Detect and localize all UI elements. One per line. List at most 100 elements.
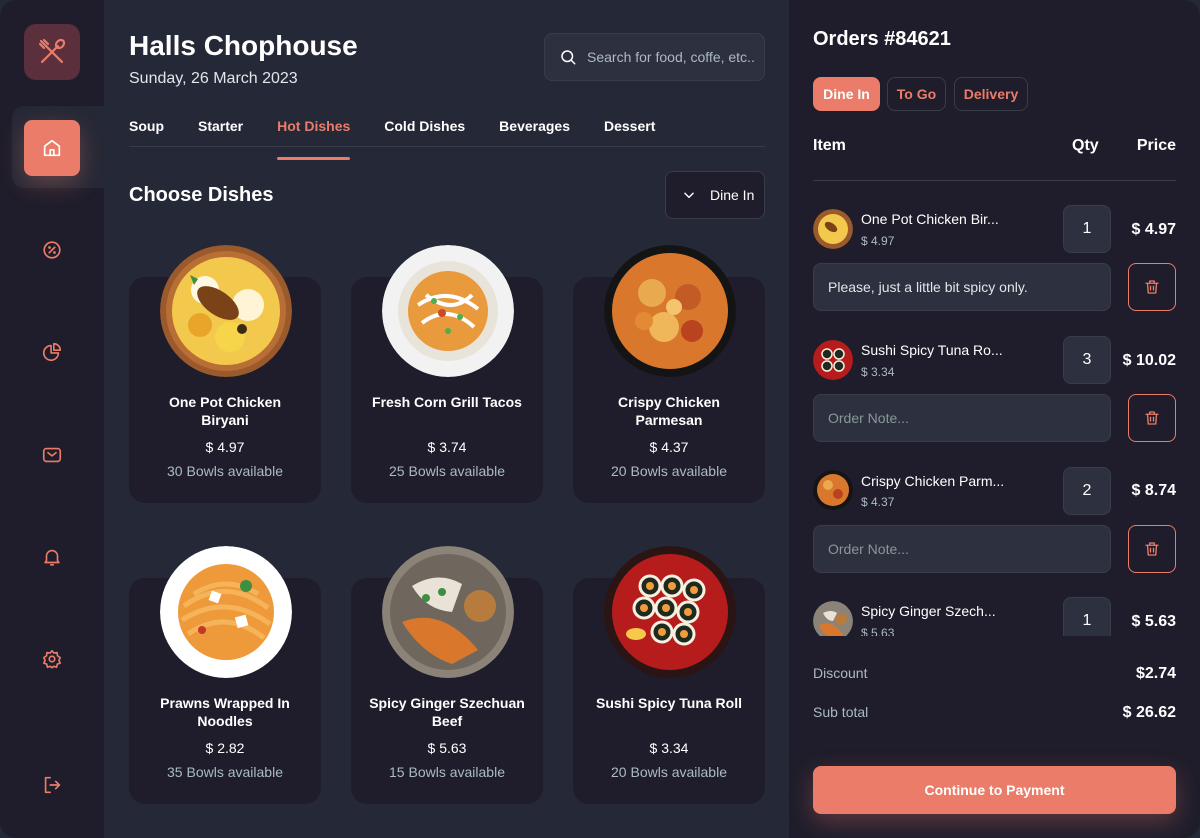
search-icon xyxy=(561,50,576,65)
order-item-thumbnail xyxy=(813,470,853,510)
continue-to-payment-button[interactable]: Continue to Payment xyxy=(813,766,1176,814)
dish-name: Sushi Spicy Tuna Roll xyxy=(596,695,742,711)
dish-price: $ 3.34 xyxy=(649,740,689,756)
order-note-input[interactable] xyxy=(828,279,1098,295)
category-tabs: Soup Starter Hot Dishes Cold Dishes Beve… xyxy=(129,116,765,160)
discount-icon xyxy=(43,241,61,259)
dish-price: $ 3.74 xyxy=(427,439,467,455)
order-item-total: $ 5.63 xyxy=(1131,613,1176,630)
order-note-input[interactable] xyxy=(828,541,1098,557)
dish-price: $ 4.97 xyxy=(205,439,245,455)
service-type-select[interactable]: Dine In xyxy=(665,171,765,219)
dish-card[interactable]: One Pot Chicken Biryani $ 4.97 30 Bowls … xyxy=(129,245,321,503)
nav-notifications[interactable] xyxy=(24,529,80,585)
orders-title: Orders #84621 xyxy=(813,28,951,50)
current-date: Sunday, 26 March 2023 xyxy=(129,70,298,87)
dish-availability: 20 Bowls available xyxy=(611,463,727,479)
dashboard-icon xyxy=(42,342,62,362)
tab-beverages[interactable]: Beverages xyxy=(499,116,570,146)
dish-price: $ 5.63 xyxy=(427,740,467,756)
order-note-field[interactable] xyxy=(813,394,1111,442)
chevron-down-icon xyxy=(684,192,694,199)
tab-hot-dishes[interactable]: Hot Dishes xyxy=(277,116,351,160)
order-note-field[interactable] xyxy=(813,525,1111,573)
order-note-input[interactable] xyxy=(828,410,1098,426)
order-item-thumbnail xyxy=(813,209,853,249)
dish-card[interactable]: Spicy Ginger Szechuan Beef $ 5.63 15 Bow… xyxy=(351,546,543,804)
nav-logout[interactable] xyxy=(24,757,80,813)
subtotal-label: Sub total xyxy=(813,704,869,720)
order-item-name: One Pot Chicken Bir... xyxy=(861,211,999,227)
column-header-price: Price xyxy=(1136,137,1176,154)
dish-availability: 15 Bowls available xyxy=(389,764,505,780)
main-content: Halls Chophouse Sunday, 26 March 2023 So… xyxy=(104,0,789,838)
nav-messages[interactable] xyxy=(24,427,80,483)
nav-home[interactable] xyxy=(24,120,80,176)
settings-icon xyxy=(42,649,62,669)
dish-image-sushi xyxy=(604,546,736,678)
nav-dashboard[interactable] xyxy=(24,324,80,380)
dish-image-tacos xyxy=(382,245,514,377)
order-item-qty[interactable]: 3 xyxy=(1063,336,1111,384)
order-item-thumbnail xyxy=(813,340,853,380)
nav-discount[interactable] xyxy=(24,222,80,278)
fork-spoon-icon xyxy=(38,38,66,64)
service-dine-in-button[interactable]: Dine In xyxy=(813,77,880,111)
delete-item-button[interactable] xyxy=(1128,525,1176,573)
trash-icon xyxy=(1145,411,1159,425)
search-input[interactable] xyxy=(587,49,757,65)
section-title: Choose Dishes xyxy=(129,184,274,206)
dish-price: $ 2.82 xyxy=(205,740,245,756)
order-item-qty[interactable]: 1 xyxy=(1063,205,1111,253)
dish-availability: 20 Bowls available xyxy=(611,764,727,780)
nav-settings[interactable] xyxy=(24,631,80,687)
dish-name: Prawns Wrapped In Noodles xyxy=(160,695,290,729)
dish-card[interactable]: Prawns Wrapped In Noodles $ 2.82 35 Bowl… xyxy=(129,546,321,804)
dish-card[interactable]: Fresh Corn Grill Tacos $ 3.74 25 Bowls a… xyxy=(351,245,543,503)
tab-soup[interactable]: Soup xyxy=(129,116,164,146)
tab-cold-dishes[interactable]: Cold Dishes xyxy=(384,116,465,146)
order-item-qty[interactable]: 2 xyxy=(1063,467,1111,515)
tab-dessert[interactable]: Dessert xyxy=(604,116,655,146)
search-bar[interactable] xyxy=(544,33,765,81)
subtotal-value: $ 26.62 xyxy=(1122,704,1176,721)
dish-availability: 30 Bowls available xyxy=(167,463,283,479)
sidebar xyxy=(0,0,104,838)
order-item-unit-price: $ 3.34 xyxy=(861,365,895,379)
delete-item-button[interactable] xyxy=(1128,263,1176,311)
order-items-list[interactable]: One Pot Chicken Bir... $ 4.97 1 $ 4.97 S… xyxy=(789,181,1200,636)
order-item-total: $ 10.02 xyxy=(1122,352,1176,369)
dish-availability: 25 Bowls available xyxy=(389,463,505,479)
dish-image-biryani xyxy=(160,245,292,377)
order-item-thumbnail xyxy=(813,601,853,636)
dish-image-parmesan xyxy=(604,245,736,377)
service-to-go-button[interactable]: To Go xyxy=(887,77,946,111)
restaurant-name: Halls Chophouse xyxy=(129,30,358,61)
dish-availability: 35 Bowls available xyxy=(167,764,283,780)
dish-name: One Pot Chicken Biryani xyxy=(168,394,282,428)
order-note-field[interactable] xyxy=(813,263,1111,311)
order-item-unit-price: $ 5.63 xyxy=(861,626,895,636)
trash-icon xyxy=(1145,280,1159,294)
order-item-name: Sushi Spicy Tuna Ro... xyxy=(861,342,1003,358)
tab-starter[interactable]: Starter xyxy=(198,116,243,146)
service-type-label: Dine In xyxy=(710,187,755,203)
message-icon xyxy=(42,447,62,463)
service-delivery-button[interactable]: Delivery xyxy=(954,77,1028,111)
order-item-unit-price: $ 4.37 xyxy=(861,495,895,509)
discount-label: Discount xyxy=(813,665,868,681)
dish-image-noodles xyxy=(160,546,292,678)
dish-name: Fresh Corn Grill Tacos xyxy=(372,394,522,410)
order-item-total: $ 8.74 xyxy=(1131,482,1176,499)
order-item-name: Spicy Ginger Szech... xyxy=(861,603,996,619)
delete-item-button[interactable] xyxy=(1128,394,1176,442)
order-item-qty[interactable]: 1 xyxy=(1063,597,1111,636)
trash-icon xyxy=(1145,542,1159,556)
dish-name: Crispy Chicken Parmesan xyxy=(618,394,720,428)
dish-price: $ 4.37 xyxy=(649,439,689,455)
dish-card[interactable]: Sushi Spicy Tuna Roll $ 3.34 20 Bowls av… xyxy=(573,546,765,804)
column-header-item: Item xyxy=(813,137,846,154)
dish-card[interactable]: Crispy Chicken Parmesan $ 4.37 20 Bowls … xyxy=(573,245,765,503)
restaurant-logo[interactable] xyxy=(24,24,80,80)
logout-icon xyxy=(44,776,61,794)
